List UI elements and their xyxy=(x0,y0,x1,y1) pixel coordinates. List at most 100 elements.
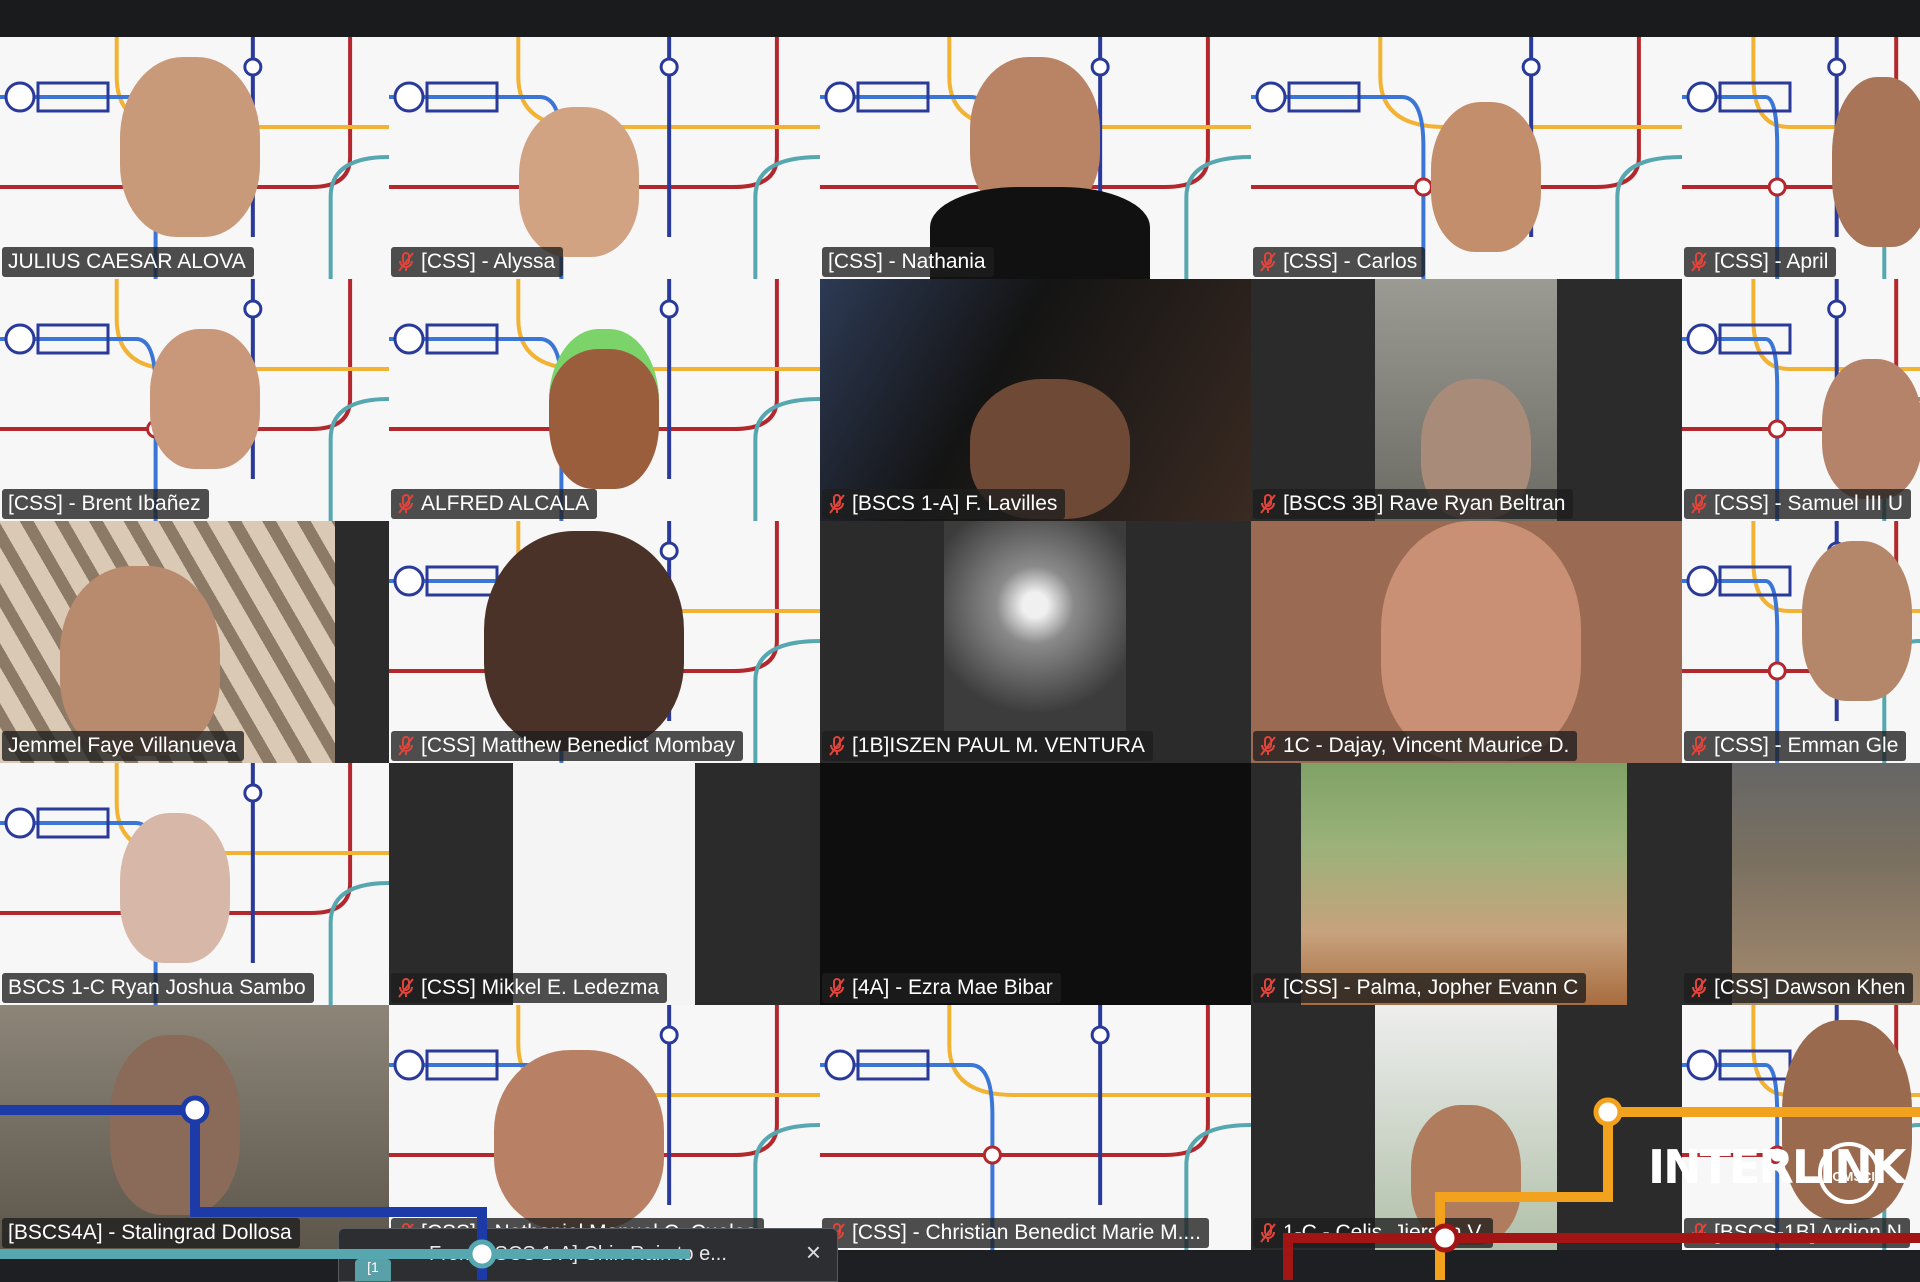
mic-muted-icon xyxy=(1260,494,1276,514)
participant-tile[interactable]: ALFRED ALCALA xyxy=(389,279,820,521)
participant-tile[interactable]: [CSS] - Samuel III U xyxy=(1682,279,1920,521)
name-tag: Jemmel Faye Villanueva xyxy=(2,731,245,761)
participant-name: [BSCS-1B] Ardion N xyxy=(1714,1221,1902,1244)
participant-name: [CSS] Matthew Benedict Mombay xyxy=(421,734,735,757)
name-tag: [BSCS 3B] Rave Ryan Beltran xyxy=(1253,489,1574,519)
participant-avatar xyxy=(549,329,659,489)
participant-tile[interactable]: BSCS 1-C Ryan Joshua Sambo xyxy=(0,763,389,1005)
participant-tile[interactable]: [CSS] - Christian Benedict Marie M.... xyxy=(820,1005,1251,1250)
participant-name: [BSCS 3B] Rave Ryan Beltran xyxy=(1283,492,1566,515)
participant-name: [CSS] Mikkel E. Ledezma xyxy=(421,976,660,999)
mic-muted-icon xyxy=(1691,736,1707,756)
participant-tile-active-speaker[interactable]: [CSS] - Nathania xyxy=(820,37,1251,279)
participant-video xyxy=(1832,77,1920,247)
mic-muted-icon xyxy=(398,978,414,998)
close-icon[interactable]: × xyxy=(806,1237,821,1268)
name-tag: 1C - Dajay, Vincent Maurice D. xyxy=(1253,731,1578,761)
participant-tile[interactable]: [4A] - Ezra Mae Bibar xyxy=(820,763,1251,1005)
chat-notification-toast[interactable]: [1 From BSCS 1-A] Chin Rain to e... × xyxy=(338,1228,838,1282)
participant-tile[interactable]: [CSS] Mikkel E. Ledezma xyxy=(389,763,820,1005)
participant-face xyxy=(110,1035,240,1215)
name-tag: [CSS] Matthew Benedict Mombay xyxy=(391,731,743,761)
participant-video xyxy=(150,329,260,469)
name-tag: [CSS] - Samuel III U xyxy=(1684,489,1912,519)
name-tag: [CSS] - Brent Ibañez xyxy=(2,489,209,519)
mic-muted-icon xyxy=(829,978,845,998)
participant-tile[interactable]: [1B]ISZEN PAUL M. VENTURA xyxy=(820,521,1251,763)
participant-face xyxy=(60,566,220,756)
virtual-background xyxy=(820,1005,1251,1250)
mic-muted-icon xyxy=(1691,978,1707,998)
participant-name: Jemmel Faye Villanueva xyxy=(8,734,237,757)
participant-name: [CSS] - Nathania xyxy=(828,250,986,273)
participant-tile[interactable]: [CSS] - Brent Ibañez xyxy=(0,279,389,521)
comsci-badge: COMSCI xyxy=(1818,1142,1880,1204)
participant-video xyxy=(944,521,1126,731)
mic-muted-icon xyxy=(829,494,845,514)
name-tag: [CSS] - Emman Gle xyxy=(1684,731,1907,761)
participant-tile[interactable]: [CSS] - Nathaniel Manuel C. Cuelos xyxy=(389,1005,820,1250)
name-tag: [BSCS 1-A] F. Lavilles xyxy=(822,489,1066,519)
participant-tile[interactable]: 1C - Dajay, Vincent Maurice D. xyxy=(1251,521,1682,763)
name-tag: [BSCS-1B] Ardion N xyxy=(1684,1218,1910,1248)
chat-icon: [1 xyxy=(355,1259,391,1281)
gallery-grid: JULIUS CAESAR ALOVA [CSS] - Alyssa [CSS]… xyxy=(0,37,1920,1250)
participant-name: JULIUS CAESAR ALOVA xyxy=(8,250,246,273)
mic-muted-icon xyxy=(398,736,414,756)
name-tag: [CSS] - Alyssa xyxy=(391,247,564,277)
participant-tile[interactable]: [CSS] Dawson Khen xyxy=(1682,763,1920,1005)
mic-muted-icon xyxy=(398,252,414,272)
meeting-top-bar xyxy=(0,0,1920,37)
participant-video xyxy=(1301,763,1627,1005)
participant-video xyxy=(1732,763,1920,1005)
participant-face xyxy=(1381,521,1581,761)
participant-name: [4A] - Ezra Mae Bibar xyxy=(852,976,1053,999)
name-tag: [CSS] - April xyxy=(1684,247,1837,277)
participant-video xyxy=(519,107,639,257)
participant-name: [CSS] - Christian Benedict Marie M.... xyxy=(852,1221,1201,1244)
participant-video xyxy=(1802,541,1912,701)
participant-video xyxy=(513,763,695,1005)
participant-video xyxy=(494,1050,664,1230)
name-tag: [CSS] Dawson Khen xyxy=(1684,973,1914,1003)
participant-tile[interactable]: JULIUS CAESAR ALOVA xyxy=(0,37,389,279)
participant-video xyxy=(120,813,230,963)
participant-name: [CSS] - Brent Ibañez xyxy=(8,492,201,515)
participant-name: [BSCS4A] - Stalingrad Dollosa xyxy=(8,1221,292,1244)
participant-name: [BSCS 1-A] F. Lavilles xyxy=(852,492,1058,515)
toast-message: From BSCS 1-A] Chin Rain to e... xyxy=(429,1243,727,1265)
name-tag: BSCS 1-C Ryan Joshua Sambo xyxy=(2,973,314,1003)
mic-muted-icon xyxy=(1691,1223,1707,1243)
mic-muted-icon xyxy=(829,736,845,756)
mic-muted-icon xyxy=(1260,978,1276,998)
participant-tile[interactable]: 1-C - Celis, Jierson V. xyxy=(1251,1005,1682,1250)
mic-muted-icon xyxy=(1260,736,1276,756)
participant-name: 1C - Dajay, Vincent Maurice D. xyxy=(1283,734,1570,757)
participant-video xyxy=(1822,359,1920,499)
name-tag: [CSS] - Christian Benedict Marie M.... xyxy=(822,1218,1209,1248)
participant-tile[interactable]: [BSCS 1-A] F. Lavilles xyxy=(820,279,1251,521)
name-tag: [CSS] Mikkel E. Ledezma xyxy=(391,973,668,1003)
participant-tile[interactable]: [BSCS-1B] Ardion N xyxy=(1682,1005,1920,1250)
participant-name: ALFRED ALCALA xyxy=(421,492,590,515)
participant-video xyxy=(484,531,684,751)
name-tag: [CSS] - Nathania xyxy=(822,247,994,277)
participant-video xyxy=(120,57,260,237)
participant-tile[interactable]: [CSS] - Alyssa xyxy=(389,37,820,279)
name-tag: [4A] - Ezra Mae Bibar xyxy=(822,973,1061,1003)
participant-tile[interactable]: [CSS] - Emman Gle xyxy=(1682,521,1920,763)
mic-muted-icon xyxy=(1260,1223,1276,1243)
participant-tile[interactable]: [BSCS 3B] Rave Ryan Beltran xyxy=(1251,279,1682,521)
participant-tile[interactable]: [BSCS4A] - Stalingrad Dollosa xyxy=(0,1005,389,1250)
participant-tile[interactable]: Jemmel Faye Villanueva xyxy=(0,521,389,763)
participant-tile[interactable]: [CSS] - April xyxy=(1682,37,1920,279)
participant-name: [CSS] - Alyssa xyxy=(421,250,556,273)
participant-name: [CSS] - Carlos xyxy=(1283,250,1418,273)
participant-tile[interactable]: [CSS] Matthew Benedict Mombay xyxy=(389,521,820,763)
mic-muted-icon xyxy=(1260,252,1276,272)
participant-tile[interactable]: [CSS] - Palma, Jopher Evann C xyxy=(1251,763,1682,1005)
name-tag: [BSCS4A] - Stalingrad Dollosa xyxy=(2,1218,300,1248)
name-tag: [1B]ISZEN PAUL M. VENTURA xyxy=(822,731,1153,761)
participant-video xyxy=(1431,102,1541,252)
participant-tile[interactable]: [CSS] - Carlos xyxy=(1251,37,1682,279)
